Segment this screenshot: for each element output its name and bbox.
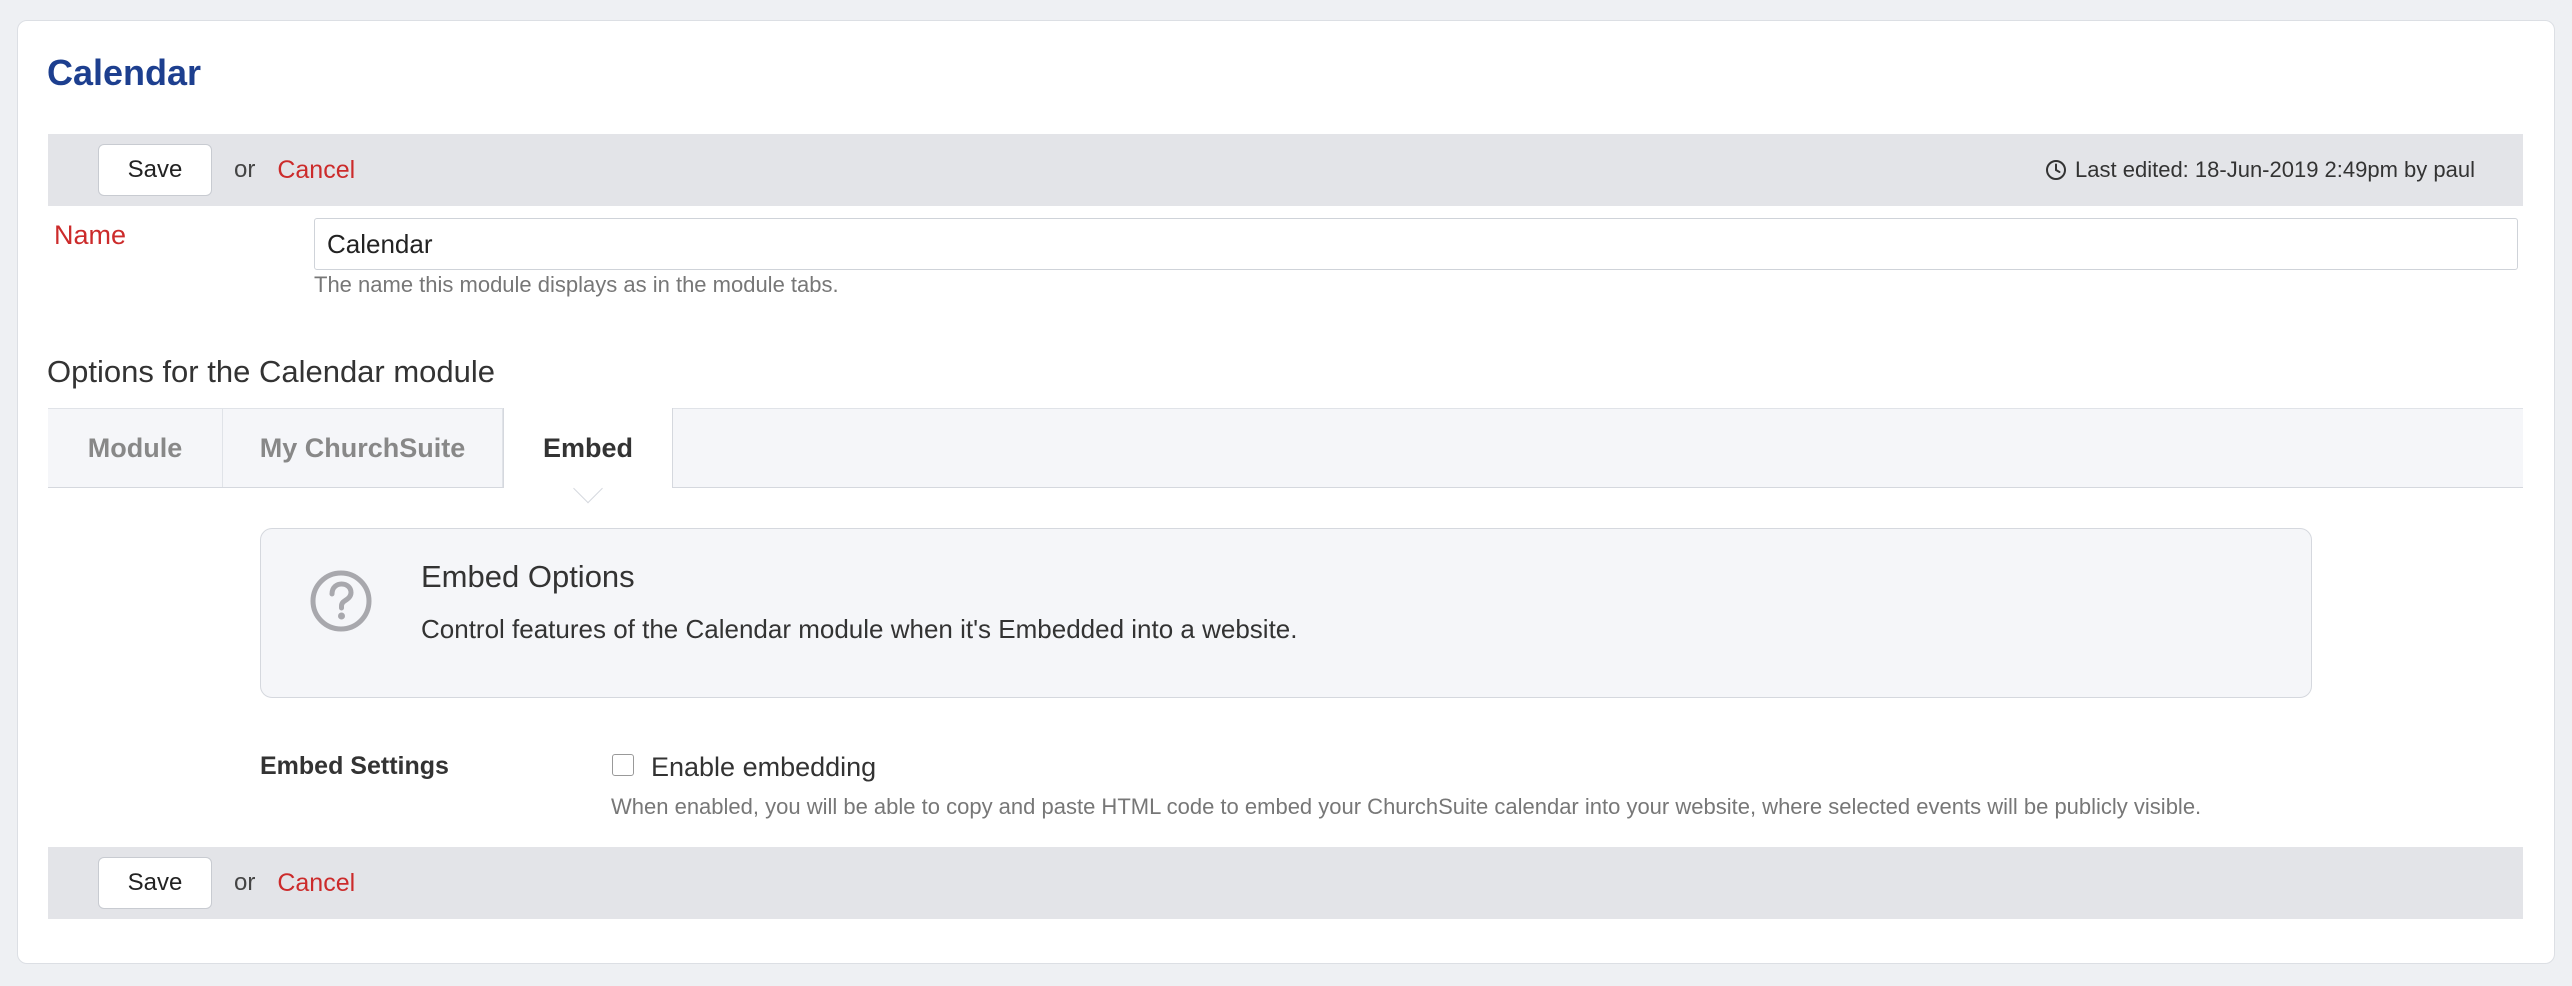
or-text: or — [234, 156, 256, 183]
enable-embedding-label[interactable]: Enable embedding — [651, 752, 876, 783]
embed-info-box: Embed Options Control features of the Ca… — [260, 528, 2312, 698]
top-action-bar: Save or Cancel Last edited: 18-Jun-2019 … — [48, 134, 2523, 206]
clock-icon — [2046, 160, 2067, 180]
options-tabs: Module My ChurchSuite Embed — [48, 408, 2523, 504]
name-help-text: The name this module displays as in the … — [314, 272, 839, 297]
name-input[interactable] — [314, 218, 2518, 270]
enable-embedding-checkbox[interactable] — [612, 754, 634, 776]
question-circle-icon — [310, 570, 372, 632]
tab-module[interactable]: Module — [48, 409, 223, 487]
options-heading: Options for the Calendar module — [47, 354, 496, 389]
info-title: Embed Options — [421, 559, 635, 594]
bottom-action-bar: Save or Cancel — [48, 847, 2523, 919]
info-text: Control features of the Calendar module … — [421, 614, 1298, 644]
last-edited-text: Last edited: 18-Jun-2019 2:49pm by paul — [2075, 157, 2475, 182]
tab-embed-label: Embed — [542, 432, 634, 463]
cancel-link-top[interactable]: Cancel — [277, 156, 355, 185]
or-text-bottom: or — [234, 869, 256, 896]
name-label: Name — [54, 220, 127, 250]
embed-settings-label: Embed Settings — [260, 752, 449, 780]
tab-my-churchsuite[interactable]: My ChurchSuite — [223, 409, 503, 487]
save-button-top[interactable]: Save — [98, 144, 212, 196]
cancel-link-bottom[interactable]: Cancel — [277, 869, 355, 898]
tab-embed[interactable]: Embed — [503, 408, 673, 504]
last-edited-info: Last edited: 18-Jun-2019 2:49pm by paul — [2045, 134, 2475, 206]
embed-help-text: When enabled, you will be able to copy a… — [611, 794, 2202, 819]
page-title: Calendar — [47, 52, 202, 93]
save-button-bottom[interactable]: Save — [98, 857, 212, 909]
